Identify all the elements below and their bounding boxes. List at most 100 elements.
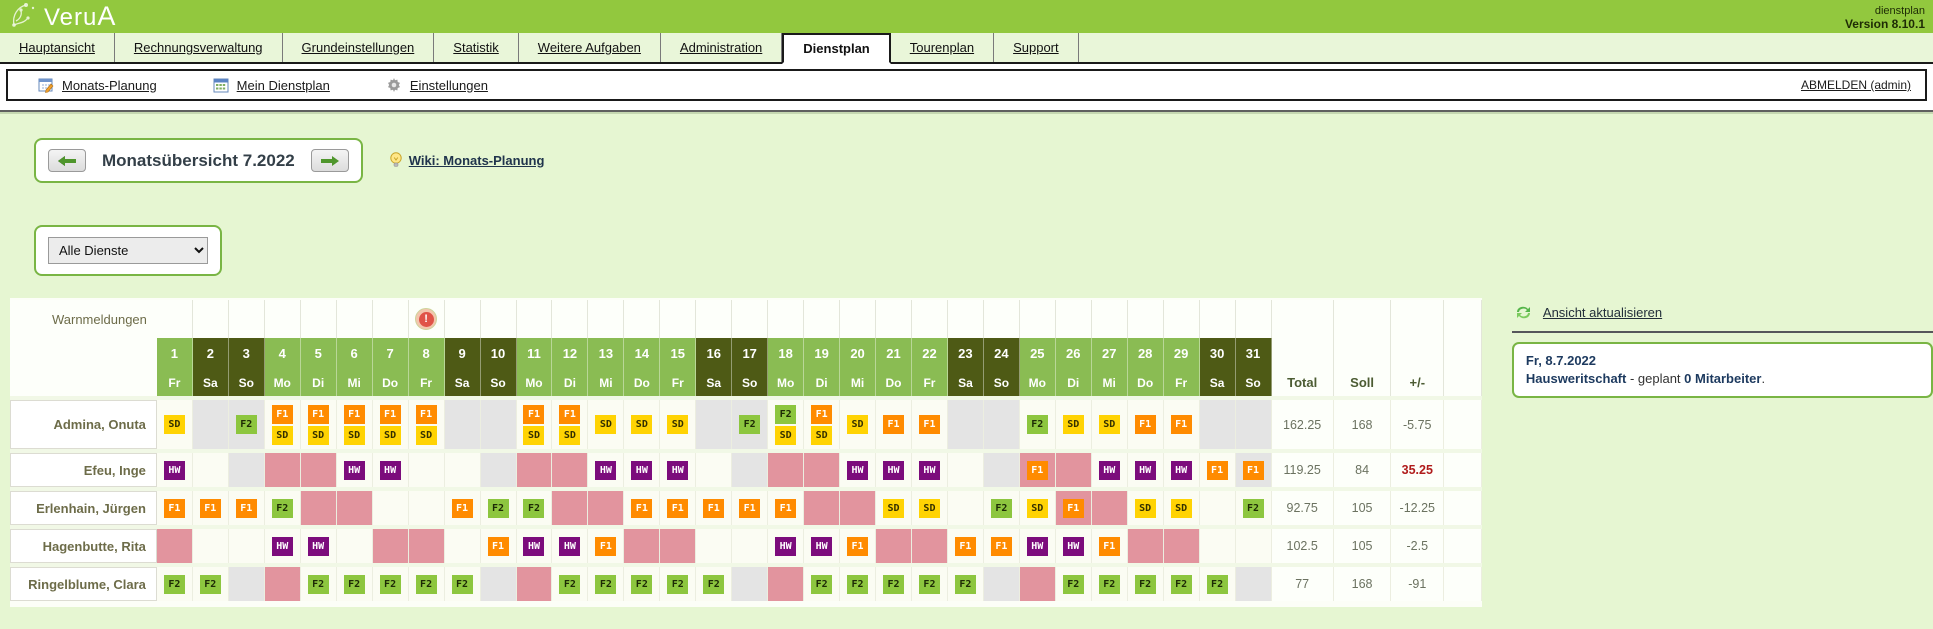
shift-cell-day-5[interactable]: F2 [301,567,337,601]
shift-cell-day-2[interactable]: F2 [193,567,229,601]
shift-cell-day-2[interactable] [193,400,229,449]
tab-tourenplan[interactable]: Tourenplan [891,33,994,62]
shift-cell-day-11[interactable]: F2 [517,491,553,525]
shift-cell-day-16[interactable] [696,400,732,449]
shift-cell-day-19[interactable] [804,453,840,487]
shift-cell-day-24[interactable] [984,453,1020,487]
shift-cell-day-10[interactable] [481,400,517,449]
shift-cell-day-13[interactable] [588,491,624,525]
shift-cell-day-9[interactable] [445,400,481,449]
shift-cell-day-19[interactable] [804,491,840,525]
shift-cell-day-24[interactable] [984,567,1020,601]
wiki-link[interactable]: Wiki: Monats-Planung [389,152,545,169]
shift-cell-day-18[interactable] [768,453,804,487]
tab-administration[interactable]: Administration [661,33,782,62]
shift-cell-day-19[interactable]: F1SD [804,400,840,449]
shift-cell-day-18[interactable]: F2SD [768,400,804,449]
shift-cell-day-28[interactable]: F1 [1128,400,1164,449]
shift-cell-day-29[interactable]: HW [1164,453,1200,487]
tab-weitere-aufgaben[interactable]: Weitere Aufgaben [519,33,661,62]
shift-cell-day-9[interactable] [445,453,481,487]
shift-cell-day-18[interactable]: HW [768,529,804,563]
shift-cell-day-17[interactable]: F1 [732,491,768,525]
dienst-filter-select[interactable]: Alle Dienste [48,237,208,264]
shift-cell-day-1[interactable]: SD [157,400,193,449]
shift-cell-day-5[interactable]: F1SD [301,400,337,449]
shift-cell-day-8[interactable]: F1SD [409,400,445,449]
shift-cell-day-25[interactable]: F1 [1020,453,1056,487]
shift-cell-day-11[interactable]: HW [517,529,553,563]
subnav-item-monats-planung[interactable]: Monats-Planung [38,77,157,93]
shift-cell-day-6[interactable]: HW [337,453,373,487]
shift-cell-day-15[interactable]: SD [660,400,696,449]
shift-cell-day-22[interactable]: HW [912,453,948,487]
shift-cell-day-4[interactable]: F1SD [265,400,301,449]
shift-cell-day-11[interactable] [517,453,553,487]
shift-cell-day-7[interactable] [373,529,409,563]
shift-cell-day-3[interactable] [229,529,265,563]
shift-cell-day-6[interactable] [337,491,373,525]
shift-cell-day-8[interactable] [409,491,445,525]
shift-cell-day-4[interactable]: F2 [265,491,301,525]
tab-hauptansicht[interactable]: Hauptansicht [0,33,115,62]
shift-cell-day-22[interactable]: F2 [912,567,948,601]
shift-cell-day-27[interactable]: SD [1092,400,1128,449]
shift-cell-day-20[interactable]: HW [840,453,876,487]
shift-cell-day-28[interactable]: HW [1128,453,1164,487]
shift-cell-day-29[interactable]: SD [1164,491,1200,525]
tab-statistik[interactable]: Statistik [434,33,519,62]
shift-cell-day-13[interactable]: SD [588,400,624,449]
shift-cell-day-27[interactable] [1092,491,1128,525]
shift-cell-day-15[interactable]: F2 [660,567,696,601]
shift-cell-day-14[interactable]: HW [624,453,660,487]
shift-cell-day-28[interactable] [1128,529,1164,563]
shift-cell-day-31[interactable] [1236,529,1272,563]
shift-cell-day-5[interactable] [301,453,337,487]
shift-cell-day-7[interactable] [373,491,409,525]
warn-cell-day-8[interactable]: ! [409,300,445,338]
shift-cell-day-21[interactable]: F1 [876,400,912,449]
shift-cell-day-21[interactable] [876,529,912,563]
shift-cell-day-23[interactable]: F2 [948,567,984,601]
shift-cell-day-17[interactable]: F2 [732,400,768,449]
shift-cell-day-31[interactable] [1236,567,1272,601]
shift-cell-day-5[interactable]: HW [301,529,337,563]
shift-cell-day-24[interactable]: F2 [984,491,1020,525]
shift-cell-day-30[interactable]: F1 [1200,453,1236,487]
shift-cell-day-30[interactable] [1200,529,1236,563]
shift-cell-day-7[interactable]: F2 [373,567,409,601]
shift-cell-day-3[interactable] [229,567,265,601]
shift-cell-day-3[interactable] [229,453,265,487]
shift-cell-day-17[interactable] [732,453,768,487]
shift-cell-day-12[interactable] [552,491,588,525]
shift-cell-day-31[interactable]: F1 [1236,453,1272,487]
shift-cell-day-7[interactable]: F1SD [373,400,409,449]
shift-cell-day-15[interactable]: F1 [660,491,696,525]
tab-dienstplan[interactable]: Dienstplan [782,33,890,64]
shift-cell-day-13[interactable]: F1 [588,529,624,563]
shift-cell-day-29[interactable]: F2 [1164,567,1200,601]
shift-cell-day-24[interactable]: F1 [984,529,1020,563]
shift-cell-day-20[interactable]: F1 [840,529,876,563]
shift-cell-day-13[interactable]: HW [588,453,624,487]
shift-cell-day-26[interactable]: F2 [1056,567,1092,601]
shift-cell-day-29[interactable] [1164,529,1200,563]
shift-cell-day-24[interactable] [984,400,1020,449]
shift-cell-day-11[interactable] [517,567,553,601]
shift-cell-day-12[interactable]: F1SD [552,400,588,449]
shift-cell-day-9[interactable]: F2 [445,567,481,601]
shift-cell-day-6[interactable]: F1SD [337,400,373,449]
shift-cell-day-8[interactable] [409,529,445,563]
shift-cell-day-15[interactable]: HW [660,453,696,487]
shift-cell-day-11[interactable]: F1SD [517,400,553,449]
shift-cell-day-5[interactable] [301,491,337,525]
shift-cell-day-23[interactable] [948,453,984,487]
shift-cell-day-6[interactable]: F2 [337,567,373,601]
shift-cell-day-7[interactable]: HW [373,453,409,487]
shift-cell-day-18[interactable]: F1 [768,491,804,525]
tab-rechnungsverwaltung[interactable]: Rechnungsverwaltung [115,33,283,62]
shift-cell-day-10[interactable]: F1 [481,529,517,563]
shift-cell-day-20[interactable]: F2 [840,567,876,601]
shift-cell-day-14[interactable]: SD [624,400,660,449]
shift-cell-day-4[interactable] [265,453,301,487]
